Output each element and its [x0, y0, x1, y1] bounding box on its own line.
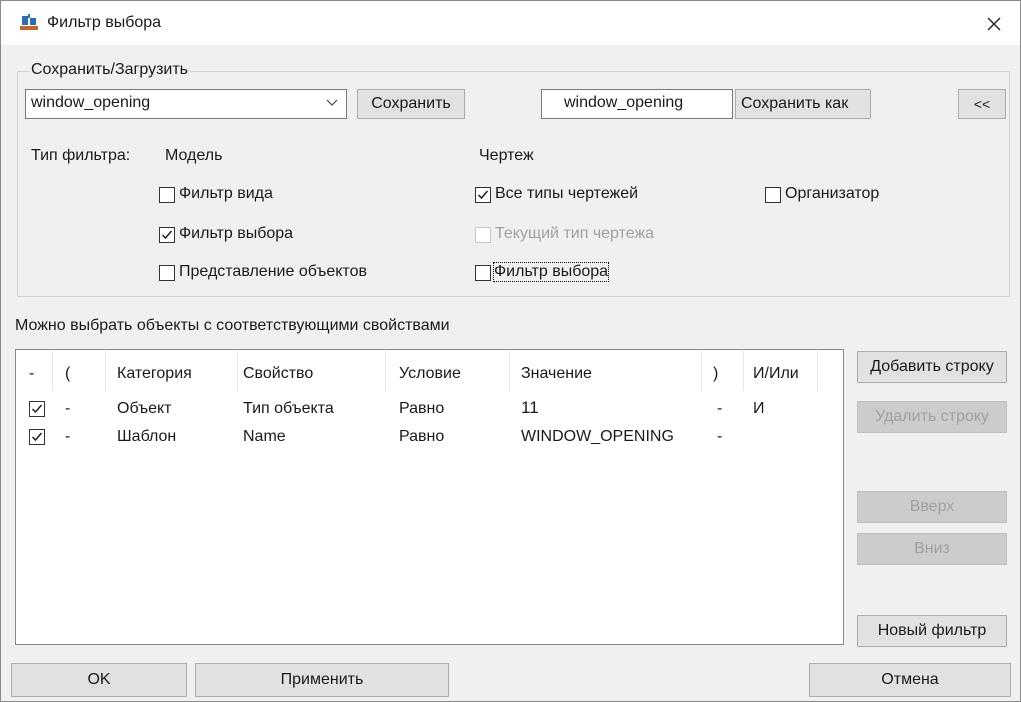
move-up-button: Вверх — [857, 491, 1007, 523]
column-separator — [52, 351, 53, 391]
row-enabled-checkbox[interactable] — [29, 429, 45, 445]
row-value[interactable]: 11 — [521, 398, 539, 418]
row-open-paren[interactable]: - — [65, 400, 70, 418]
row-property[interactable]: Name — [243, 428, 286, 446]
column-header-toggle[interactable]: - — [29, 365, 34, 383]
column-header-open-paren[interactable]: ( — [65, 365, 70, 383]
close-icon — [987, 17, 1001, 31]
check-icon — [31, 404, 43, 414]
add-row-button[interactable]: Добавить строку — [857, 351, 1007, 383]
preset-combobox[interactable]: window_opening — [25, 89, 347, 119]
collapse-button[interactable]: << — [958, 89, 1006, 119]
app-icon — [20, 14, 38, 30]
column-separator — [743, 351, 744, 391]
column-header-value[interactable]: Значение — [521, 365, 592, 383]
row-category[interactable]: Шаблон — [117, 428, 176, 446]
row-condition[interactable]: Равно — [399, 400, 444, 418]
row-property[interactable]: Тип объекта — [243, 400, 334, 418]
object-representation-checkbox[interactable] — [159, 265, 175, 281]
column-separator — [237, 351, 238, 391]
rules-table[interactable] — [15, 349, 844, 645]
column-header-and-or[interactable]: И/Или — [753, 365, 799, 383]
delete-row-button: Удалить строку — [857, 401, 1007, 433]
check-icon — [161, 230, 173, 240]
rules-caption: Можно выбрать объекты с соответствующими… — [15, 317, 450, 334]
view-filter-label: Фильтр вида — [179, 185, 273, 202]
column-separator — [509, 351, 510, 391]
all-drawing-types-checkbox[interactable] — [475, 187, 491, 203]
preset-value: window_opening — [31, 94, 151, 111]
check-icon — [31, 432, 43, 442]
column-header-condition[interactable]: Условие — [399, 365, 461, 383]
cancel-button[interactable]: Отмена — [809, 663, 1011, 697]
organizer-label: Организатор — [785, 185, 880, 202]
column-separator — [701, 351, 702, 391]
save-as-button[interactable]: Сохранить как — [735, 89, 871, 119]
object-representation-label: Представление объектов — [179, 263, 367, 280]
apply-button[interactable]: Применить — [195, 663, 449, 697]
new-filter-button[interactable]: Новый фильтр — [857, 615, 1007, 647]
selection-filter-checkbox[interactable] — [159, 227, 175, 243]
window-title: Фильтр выбора — [47, 14, 162, 31]
move-down-button: Вниз — [857, 533, 1007, 565]
filter-type-label: Тип фильтра: — [31, 147, 131, 164]
column-separator — [385, 351, 386, 391]
drawing-header: Чертеж — [479, 147, 534, 164]
model-header: Модель — [165, 147, 223, 164]
row-close-paren[interactable]: - — [717, 428, 722, 446]
current-drawing-type-checkbox — [475, 227, 491, 243]
filter-name-input[interactable]: window_opening — [541, 89, 733, 119]
title-bar: Фильтр выбора — [1, 1, 1020, 45]
ok-button[interactable]: OK — [11, 663, 187, 697]
drawing-selection-filter-label: Фильтр выбора — [492, 262, 610, 282]
column-header-category[interactable]: Категория — [117, 365, 192, 383]
save-load-group-title: Сохранить/Загрузить — [29, 61, 191, 79]
row-and-or[interactable]: И — [753, 400, 765, 418]
filter-name-value: window_opening — [564, 94, 684, 111]
row-value[interactable]: WINDOW_OPENING — [521, 428, 674, 446]
save-button[interactable]: Сохранить — [357, 89, 465, 119]
row-condition[interactable]: Равно — [399, 428, 444, 446]
column-header-property[interactable]: Свойство — [243, 365, 313, 383]
column-separator — [817, 351, 818, 391]
row-close-paren[interactable]: - — [717, 400, 722, 418]
close-button[interactable] — [971, 5, 1017, 43]
selection-filter-dialog: Фильтр выбора Сохранить/Загрузить window… — [0, 0, 1021, 702]
row-category[interactable]: Объект — [117, 400, 171, 418]
chevron-down-icon — [326, 99, 338, 106]
row-open-paren[interactable]: - — [65, 428, 70, 446]
view-filter-checkbox[interactable] — [159, 187, 175, 203]
drawing-selection-filter-checkbox[interactable] — [475, 265, 491, 281]
check-icon — [477, 190, 489, 200]
column-header-close-paren[interactable]: ) — [713, 365, 718, 383]
row-enabled-checkbox[interactable] — [29, 401, 45, 417]
organizer-checkbox[interactable] — [765, 187, 781, 203]
column-separator — [105, 351, 106, 391]
selection-filter-label: Фильтр выбора — [179, 225, 294, 242]
all-drawing-types-label: Все типы чертежей — [495, 185, 639, 202]
current-drawing-type-label: Текущий тип чертежа — [495, 225, 655, 242]
